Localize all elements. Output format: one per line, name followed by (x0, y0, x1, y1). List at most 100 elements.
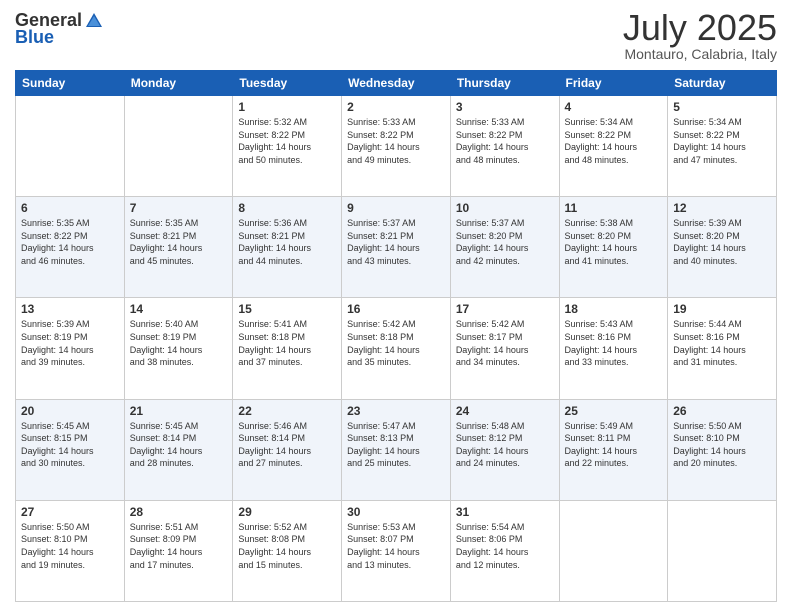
col-header-wednesday: Wednesday (342, 71, 451, 96)
col-header-sunday: Sunday (16, 71, 125, 96)
day-info: Sunrise: 5:49 AM Sunset: 8:11 PM Dayligh… (565, 420, 663, 470)
calendar-cell: 13 Sunrise: 5:39 AM Sunset: 8:19 PM Dayli… (16, 298, 125, 399)
day-number: 5 (673, 100, 771, 114)
day-info: Sunrise: 5:39 AM Sunset: 8:20 PM Dayligh… (673, 217, 771, 267)
calendar-cell: 4 Sunrise: 5:34 AM Sunset: 8:22 PM Daylig… (559, 96, 668, 197)
day-info: Sunrise: 5:34 AM Sunset: 8:22 PM Dayligh… (565, 116, 663, 166)
logo-blue-text: Blue (15, 27, 54, 48)
day-info: Sunrise: 5:45 AM Sunset: 8:14 PM Dayligh… (130, 420, 228, 470)
col-header-monday: Monday (124, 71, 233, 96)
day-info: Sunrise: 5:50 AM Sunset: 8:10 PM Dayligh… (673, 420, 771, 470)
calendar-cell: 7 Sunrise: 5:35 AM Sunset: 8:21 PM Daylig… (124, 197, 233, 298)
day-info: Sunrise: 5:37 AM Sunset: 8:21 PM Dayligh… (347, 217, 445, 267)
day-info: Sunrise: 5:33 AM Sunset: 8:22 PM Dayligh… (347, 116, 445, 166)
day-number: 4 (565, 100, 663, 114)
day-number: 7 (130, 201, 228, 215)
calendar-cell: 17 Sunrise: 5:42 AM Sunset: 8:17 PM Dayli… (450, 298, 559, 399)
calendar-cell: 1 Sunrise: 5:32 AM Sunset: 8:22 PM Daylig… (233, 96, 342, 197)
month-title: July 2025 (623, 10, 777, 46)
day-number: 30 (347, 505, 445, 519)
calendar-cell: 12 Sunrise: 5:39 AM Sunset: 8:20 PM Dayli… (668, 197, 777, 298)
day-number: 19 (673, 302, 771, 316)
day-info: Sunrise: 5:46 AM Sunset: 8:14 PM Dayligh… (238, 420, 336, 470)
calendar-cell: 6 Sunrise: 5:35 AM Sunset: 8:22 PM Daylig… (16, 197, 125, 298)
day-info: Sunrise: 5:42 AM Sunset: 8:17 PM Dayligh… (456, 318, 554, 368)
day-number: 15 (238, 302, 336, 316)
page: General Blue July 2025 Montauro, Calabri… (0, 0, 792, 612)
calendar-cell: 14Sunrise: 5:40 AM Sunset: 8:19 PM Dayli… (124, 298, 233, 399)
day-info: Sunrise: 5:36 AM Sunset: 8:21 PM Dayligh… (238, 217, 336, 267)
calendar-cell (124, 96, 233, 197)
calendar-cell: 20 Sunrise: 5:45 AM Sunset: 8:15 PM Dayli… (16, 399, 125, 500)
day-number: 18 (565, 302, 663, 316)
week-row: 6 Sunrise: 5:35 AM Sunset: 8:22 PM Daylig… (16, 197, 777, 298)
week-row: 20 Sunrise: 5:45 AM Sunset: 8:15 PM Dayli… (16, 399, 777, 500)
day-number: 2 (347, 100, 445, 114)
col-header-saturday: Saturday (668, 71, 777, 96)
day-number: 21 (130, 404, 228, 418)
header: General Blue July 2025 Montauro, Calabri… (15, 10, 777, 62)
day-number: 12 (673, 201, 771, 215)
day-info: Sunrise: 5:40 AM Sunset: 8:19 PM Dayligh… (130, 318, 228, 368)
day-number: 22 (238, 404, 336, 418)
calendar-cell: 30 Sunrise: 5:53 AM Sunset: 8:07 PM Dayli… (342, 500, 451, 601)
day-number: 9 (347, 201, 445, 215)
calendar-cell: 27 Sunrise: 5:50 AM Sunset: 8:10 PM Dayli… (16, 500, 125, 601)
week-row: 1 Sunrise: 5:32 AM Sunset: 8:22 PM Daylig… (16, 96, 777, 197)
calendar-cell: 3 Sunrise: 5:33 AM Sunset: 8:22 PM Daylig… (450, 96, 559, 197)
day-info: Sunrise: 5:53 AM Sunset: 8:07 PM Dayligh… (347, 521, 445, 571)
calendar-cell (16, 96, 125, 197)
day-info: Sunrise: 5:51 AM Sunset: 8:09 PM Dayligh… (130, 521, 228, 571)
day-info: Sunrise: 5:39 AM Sunset: 8:19 PM Dayligh… (21, 318, 119, 368)
subtitle: Montauro, Calabria, Italy (623, 46, 777, 62)
day-number: 16 (347, 302, 445, 316)
day-number: 26 (673, 404, 771, 418)
calendar-cell: 28 Sunrise: 5:51 AM Sunset: 8:09 PM Dayli… (124, 500, 233, 601)
day-number: 24 (456, 404, 554, 418)
calendar-cell: 16Sunrise: 5:42 AM Sunset: 8:18 PM Dayli… (342, 298, 451, 399)
col-header-thursday: Thursday (450, 71, 559, 96)
calendar-cell: 15 Sunrise: 5:41 AM Sunset: 8:18 PM Dayli… (233, 298, 342, 399)
day-info: Sunrise: 5:45 AM Sunset: 8:15 PM Dayligh… (21, 420, 119, 470)
calendar-cell: 24Sunrise: 5:48 AM Sunset: 8:12 PM Dayli… (450, 399, 559, 500)
day-info: Sunrise: 5:33 AM Sunset: 8:22 PM Dayligh… (456, 116, 554, 166)
calendar-cell: 21 Sunrise: 5:45 AM Sunset: 8:14 PM Dayli… (124, 399, 233, 500)
calendar-cell: 18 Sunrise: 5:43 AM Sunset: 8:16 PM Dayli… (559, 298, 668, 399)
day-info: Sunrise: 5:50 AM Sunset: 8:10 PM Dayligh… (21, 521, 119, 571)
col-header-tuesday: Tuesday (233, 71, 342, 96)
day-number: 11 (565, 201, 663, 215)
day-info: Sunrise: 5:35 AM Sunset: 8:21 PM Dayligh… (130, 217, 228, 267)
day-info: Sunrise: 5:54 AM Sunset: 8:06 PM Dayligh… (456, 521, 554, 571)
day-number: 25 (565, 404, 663, 418)
day-info: Sunrise: 5:35 AM Sunset: 8:22 PM Dayligh… (21, 217, 119, 267)
calendar-cell: 26 Sunrise: 5:50 AM Sunset: 8:10 PM Dayli… (668, 399, 777, 500)
day-number: 6 (21, 201, 119, 215)
week-row: 13 Sunrise: 5:39 AM Sunset: 8:19 PM Dayli… (16, 298, 777, 399)
day-number: 3 (456, 100, 554, 114)
calendar-cell: 25 Sunrise: 5:49 AM Sunset: 8:11 PM Dayli… (559, 399, 668, 500)
day-number: 1 (238, 100, 336, 114)
day-number: 27 (21, 505, 119, 519)
day-info: Sunrise: 5:34 AM Sunset: 8:22 PM Dayligh… (673, 116, 771, 166)
calendar-cell: 11Sunrise: 5:38 AM Sunset: 8:20 PM Dayli… (559, 197, 668, 298)
calendar-cell (668, 500, 777, 601)
calendar-table: SundayMondayTuesdayWednesdayThursdayFrid… (15, 70, 777, 602)
title-section: July 2025 Montauro, Calabria, Italy (623, 10, 777, 62)
day-number: 23 (347, 404, 445, 418)
calendar-cell: 19 Sunrise: 5:44 AM Sunset: 8:16 PM Dayli… (668, 298, 777, 399)
day-number: 13 (21, 302, 119, 316)
header-row: SundayMondayTuesdayWednesdayThursdayFrid… (16, 71, 777, 96)
day-info: Sunrise: 5:44 AM Sunset: 8:16 PM Dayligh… (673, 318, 771, 368)
day-info: Sunrise: 5:43 AM Sunset: 8:16 PM Dayligh… (565, 318, 663, 368)
day-number: 20 (21, 404, 119, 418)
day-number: 29 (238, 505, 336, 519)
day-info: Sunrise: 5:32 AM Sunset: 8:22 PM Dayligh… (238, 116, 336, 166)
logo: General Blue (15, 10, 104, 48)
calendar-cell: 2 Sunrise: 5:33 AM Sunset: 8:22 PM Daylig… (342, 96, 451, 197)
day-info: Sunrise: 5:41 AM Sunset: 8:18 PM Dayligh… (238, 318, 336, 368)
day-number: 17 (456, 302, 554, 316)
day-number: 8 (238, 201, 336, 215)
day-info: Sunrise: 5:52 AM Sunset: 8:08 PM Dayligh… (238, 521, 336, 571)
day-number: 31 (456, 505, 554, 519)
day-number: 28 (130, 505, 228, 519)
